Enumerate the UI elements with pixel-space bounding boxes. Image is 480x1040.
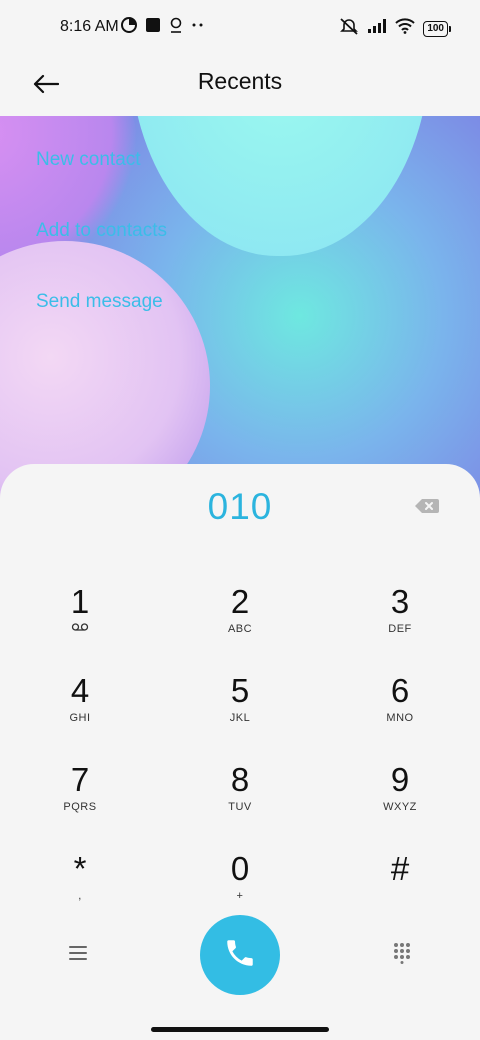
data-saver-icon xyxy=(121,17,137,38)
key-7[interactable]: 7 PQRS xyxy=(10,754,150,834)
more-dots-icon xyxy=(191,17,205,38)
dialer-bottom-bar xyxy=(0,913,480,997)
key-9[interactable]: 9 WXYZ xyxy=(330,754,470,834)
key-letters: JKL xyxy=(229,712,251,724)
send-message-link[interactable]: Send message xyxy=(36,290,167,361)
battery-indicator: 100 xyxy=(423,20,451,37)
header: Recents xyxy=(0,56,480,116)
status-bar: 8:16 AM 100 xyxy=(0,0,480,56)
key-0[interactable]: 0 + xyxy=(170,843,310,923)
key-letters: GHI xyxy=(69,712,91,724)
key-6[interactable]: 6 MNO xyxy=(330,665,470,745)
status-time: 8:16 AM xyxy=(60,18,119,35)
number-actions: New contact Add to contacts Send message xyxy=(36,148,167,361)
wifi-icon xyxy=(395,18,416,39)
voicemail-icon xyxy=(10,622,150,636)
key-digit: 8 xyxy=(230,761,250,798)
key-letters: , xyxy=(78,890,82,902)
location-pin-icon xyxy=(169,17,183,38)
phone-call-icon xyxy=(223,936,257,975)
key-digit: 3 xyxy=(390,583,410,620)
dialed-number: 010 xyxy=(207,486,273,527)
wallpaper-blob xyxy=(130,116,430,256)
key-2[interactable]: 2 ABC xyxy=(170,576,310,656)
key-digit: 9 xyxy=(390,761,410,798)
key-1[interactable]: 1 xyxy=(10,576,150,656)
key-letters: DEF xyxy=(388,623,412,635)
key-letters: ABC xyxy=(227,623,253,635)
key-digit: 7 xyxy=(70,761,90,798)
key-4[interactable]: 4 GHI xyxy=(10,665,150,745)
key-digit: 5 xyxy=(230,672,250,709)
key-digit: 0 xyxy=(230,850,250,887)
home-indicator[interactable] xyxy=(151,1027,329,1032)
call-button[interactable] xyxy=(200,915,280,995)
key-letters: MNO xyxy=(386,712,414,724)
key-5[interactable]: 5 JKL xyxy=(170,665,310,745)
key-digit: * xyxy=(73,850,87,887)
menu-icon xyxy=(69,945,87,966)
key-letters: TUV xyxy=(228,801,252,813)
key-hash[interactable]: # xyxy=(330,843,470,923)
key-letters: WXYZ xyxy=(383,801,417,813)
key-letters: PQRS xyxy=(63,801,97,813)
signal-icon xyxy=(367,18,387,39)
backspace-icon xyxy=(414,499,440,520)
app-square-icon xyxy=(145,17,161,38)
key-digit: 4 xyxy=(70,672,90,709)
key-letters: + xyxy=(236,890,244,902)
mute-icon xyxy=(339,17,359,40)
key-star[interactable]: * , xyxy=(10,843,150,923)
menu-button[interactable] xyxy=(60,938,96,972)
dialpad-grid-icon xyxy=(393,942,411,969)
backspace-button[interactable] xyxy=(414,496,440,516)
key-3[interactable]: 3 DEF xyxy=(330,576,470,656)
key-digit: 1 xyxy=(70,583,90,620)
key-digit: # xyxy=(390,850,410,887)
key-digit: 6 xyxy=(390,672,410,709)
dialpad-toggle-button[interactable] xyxy=(384,938,420,972)
key-digit: 2 xyxy=(230,583,250,620)
new-contact-link[interactable]: New contact xyxy=(36,148,167,219)
key-8[interactable]: 8 TUV xyxy=(170,754,310,834)
add-to-contacts-link[interactable]: Add to contacts xyxy=(36,219,167,290)
page-title: Recents xyxy=(197,68,283,94)
